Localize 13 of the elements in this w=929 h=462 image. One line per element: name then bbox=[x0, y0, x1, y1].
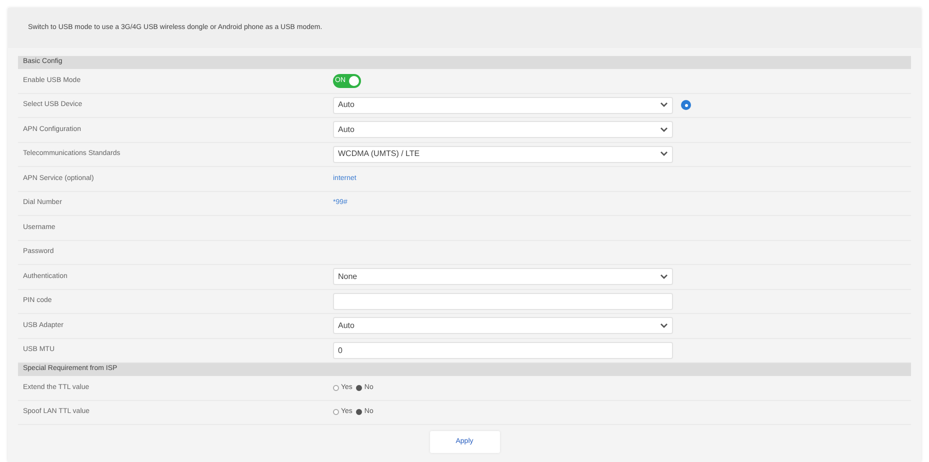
chevron-down-icon bbox=[660, 151, 668, 158]
input-field[interactable]: 0 bbox=[333, 342, 673, 359]
chevron-down-icon bbox=[660, 126, 668, 133]
chevron-down-icon bbox=[660, 322, 668, 329]
dropdown[interactable]: WCDMA (UMTS) / LTE bbox=[333, 146, 673, 163]
input-field[interactable] bbox=[333, 292, 673, 310]
chevron-down-icon bbox=[660, 274, 668, 280]
dropdown[interactable]: Auto bbox=[333, 317, 673, 334]
dropdown[interactable]: Auto bbox=[333, 96, 673, 114]
help-icon[interactable] bbox=[681, 100, 691, 110]
chevron-down-icon bbox=[660, 102, 668, 108]
dropdown[interactable]: None bbox=[333, 268, 673, 286]
dropdown[interactable]: Auto bbox=[333, 121, 673, 138]
